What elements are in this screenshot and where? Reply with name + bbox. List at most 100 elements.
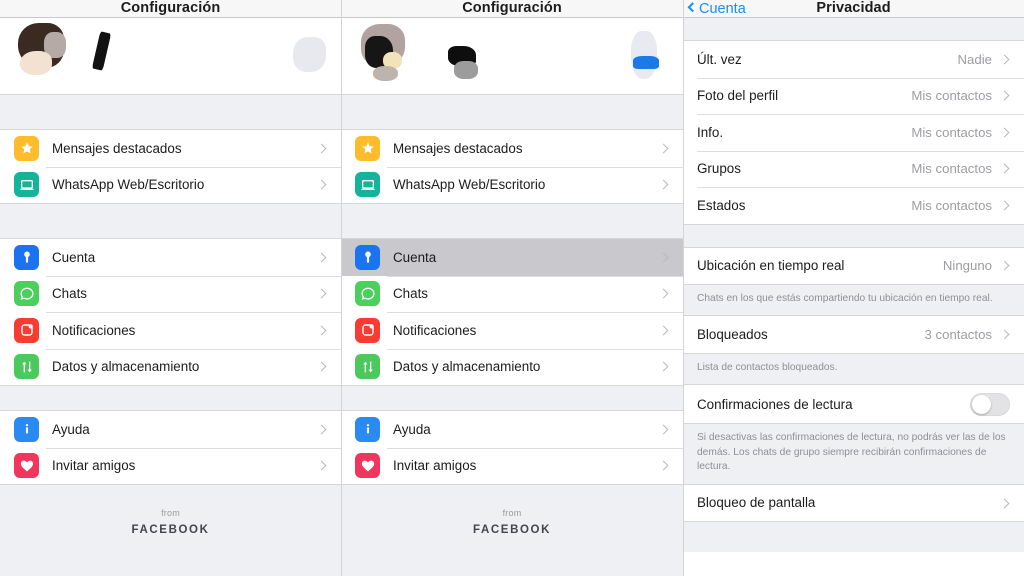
chevron-right-icon <box>658 288 669 299</box>
settings-group-1: Mensajes destacados WhatsApp Web/Escrito… <box>341 129 683 204</box>
chevron-right-icon <box>658 460 669 471</box>
sidebar-item-chats[interactable]: Chats <box>341 275 683 312</box>
privacy-row-label: Bloqueados <box>697 327 768 343</box>
settings-group-2: Cuenta Chats Notificaciones Datos y alma… <box>0 238 341 386</box>
avatar-redacted-4 <box>373 66 398 81</box>
sidebar-item-label: Invitar amigos <box>393 458 477 474</box>
privacy-row-confirmaciones-lectura[interactable]: Confirmaciones de lectura <box>683 385 1024 424</box>
sidebar-item-label: Mensajes destacados <box>52 140 182 156</box>
chevron-right-icon <box>999 498 1010 509</box>
privacy-blocked-group: Bloqueados 3 contactos <box>683 315 1024 354</box>
privacy-row-ultima-vez[interactable]: Últ. vez Nadie <box>683 41 1024 78</box>
sidebar-item-datos-almacenamiento[interactable]: Datos y almacenamiento <box>341 348 683 385</box>
sidebar-item-invitar-amigos[interactable]: Invitar amigos <box>341 447 683 484</box>
privacy-row-label: Últ. vez <box>697 51 742 67</box>
chevron-right-icon <box>658 424 669 435</box>
footer-brand-label: FACEBOOK <box>131 523 210 536</box>
profile-name-redacted <box>91 31 112 71</box>
settings-group-3: Ayuda Invitar amigos <box>341 410 683 485</box>
privacy-row-label: Info. <box>697 124 724 140</box>
settings-group-1: Mensajes destacados WhatsApp Web/Escrito… <box>0 129 341 204</box>
privacy-row-info[interactable]: Info. Mis contactos <box>683 114 1024 151</box>
sidebar-item-whatsapp-web[interactable]: WhatsApp Web/Escritorio <box>0 166 341 203</box>
facebook-footer: from FACEBOOK <box>341 485 683 576</box>
sidebar-item-cuenta-selected[interactable]: Cuenta <box>341 239 683 276</box>
profile-name-redacted-2 <box>454 61 478 79</box>
live-location-note: Chats en los que estás compartiendo tu u… <box>683 285 1024 316</box>
privacy-row-label: Grupos <box>697 161 741 177</box>
sidebar-item-cuenta[interactable]: Cuenta <box>0 239 341 276</box>
sidebar-item-ayuda[interactable]: Ayuda <box>0 411 341 448</box>
footer-from-label: from <box>502 508 522 518</box>
sidebar-item-chats[interactable]: Chats <box>0 275 341 312</box>
chevron-right-icon <box>658 143 669 154</box>
privacy-row-label: Estados <box>697 197 746 213</box>
chevron-right-icon <box>316 143 327 154</box>
chevron-right-icon <box>658 252 669 263</box>
sidebar-item-label: Ayuda <box>393 421 431 437</box>
back-button-label: Cuenta <box>699 0 746 17</box>
section-gap <box>0 95 341 129</box>
chat-bubble-icon <box>355 281 380 307</box>
sidebar-item-whatsapp-web[interactable]: WhatsApp Web/Escritorio <box>341 166 683 203</box>
privacy-row-label: Ubicación en tiempo real <box>697 258 845 274</box>
facebook-footer: from FACEBOOK <box>0 485 341 576</box>
avatar-redacted-3 <box>20 51 52 75</box>
sidebar-item-label: Ayuda <box>52 421 90 437</box>
read-receipts-note: Si desactivas las confirmaciones de lect… <box>683 424 1024 484</box>
privacy-row-value: Mis contactos <box>911 124 992 140</box>
chevron-right-icon <box>316 179 327 190</box>
chevron-right-icon <box>999 200 1010 211</box>
key-icon <box>14 244 39 270</box>
sidebar-item-mensajes-destacados[interactable]: Mensajes destacados <box>0 130 341 167</box>
profile-header-row[interactable] <box>341 18 683 95</box>
data-arrows-icon <box>355 354 380 380</box>
section-gap <box>341 204 683 238</box>
profile-extra-redacted <box>293 37 326 72</box>
privacy-live-location-group: Ubicación en tiempo real Ninguno <box>683 246 1024 285</box>
privacy-panel: Cuenta Privacidad Últ. vez Nadie Foto de… <box>683 0 1024 576</box>
section-gap <box>683 18 1024 40</box>
section-gap <box>341 95 683 129</box>
footer-from-label: from <box>161 508 180 518</box>
chevron-right-icon <box>316 252 327 263</box>
privacy-row-grupos[interactable]: Grupos Mis contactos <box>683 150 1024 187</box>
app-screenshot: Configuración Mensajes destacados WhatsA… <box>0 0 1024 576</box>
privacy-row-bloqueados[interactable]: Bloqueados 3 contactos <box>683 316 1024 353</box>
toggle-knob <box>972 394 991 414</box>
sidebar-item-notificaciones[interactable]: Notificaciones <box>341 312 683 349</box>
sidebar-item-notificaciones[interactable]: Notificaciones <box>0 312 341 349</box>
sidebar-item-label: Mensajes destacados <box>393 140 523 156</box>
privacy-row-bloqueo-pantalla[interactable]: Bloqueo de pantalla <box>683 484 1024 522</box>
back-button[interactable]: Cuenta <box>687 0 746 17</box>
read-receipts-toggle[interactable] <box>970 392 1010 416</box>
chevron-right-icon <box>658 361 669 372</box>
chevron-right-icon <box>999 329 1010 340</box>
privacy-row-foto-perfil[interactable]: Foto del perfil Mis contactos <box>683 77 1024 114</box>
navigation-bar: Configuración <box>0 0 341 18</box>
sidebar-item-label: Invitar amigos <box>52 458 136 474</box>
laptop-icon <box>14 172 39 198</box>
chevron-right-icon <box>999 54 1010 65</box>
section-gap <box>683 224 1024 247</box>
settings-group-2: Cuenta Chats Notificaciones Datos y alma… <box>341 238 683 386</box>
sidebar-item-label: Datos y almacenamiento <box>52 359 200 375</box>
sidebar-item-label: Cuenta <box>393 249 437 265</box>
chevron-right-icon <box>999 260 1010 271</box>
section-gap <box>0 386 341 410</box>
profile-header-row[interactable] <box>0 18 341 95</box>
chevron-right-icon <box>658 325 669 336</box>
chevron-right-icon <box>999 127 1010 138</box>
chevron-right-icon <box>316 361 327 372</box>
chevron-right-icon <box>316 460 327 471</box>
privacy-row-ubicacion-tiempo-real[interactable]: Ubicación en tiempo real Ninguno <box>683 247 1024 284</box>
sidebar-item-label: Notificaciones <box>52 322 136 338</box>
sidebar-item-mensajes-destacados[interactable]: Mensajes destacados <box>341 130 683 167</box>
sidebar-item-label: WhatsApp Web/Escritorio <box>393 177 546 193</box>
privacy-row-estados[interactable]: Estados Mis contactos <box>683 187 1024 224</box>
sidebar-item-invitar-amigos[interactable]: Invitar amigos <box>0 447 341 484</box>
data-arrows-icon <box>14 354 39 380</box>
info-icon <box>355 416 380 442</box>
sidebar-item-datos-almacenamiento[interactable]: Datos y almacenamiento <box>0 348 341 385</box>
sidebar-item-ayuda[interactable]: Ayuda <box>341 411 683 448</box>
